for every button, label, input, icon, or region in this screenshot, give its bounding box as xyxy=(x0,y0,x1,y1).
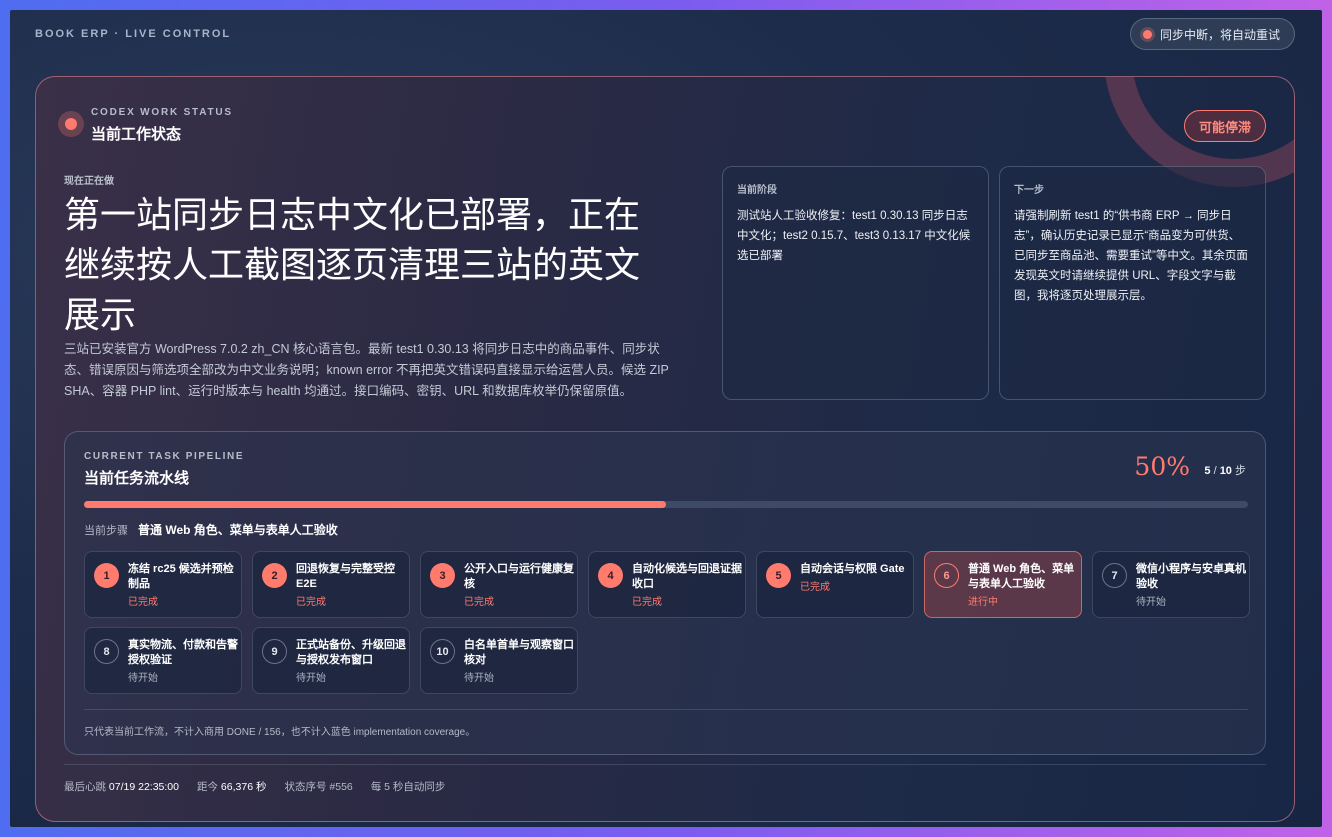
pipeline-progress-track xyxy=(84,501,1248,508)
step-number-badge: 7 xyxy=(1102,563,1127,588)
pipeline-step-card[interactable]: 6 普通 Web 角色、菜单与表单人工验收进行中 xyxy=(924,551,1082,618)
step-status: 已完成 xyxy=(128,597,158,608)
elapsed-label: 距今 xyxy=(197,781,218,793)
step-status: 已完成 xyxy=(632,597,662,608)
sequence-info: 状态序号 #556 xyxy=(284,779,352,794)
pipeline-divider xyxy=(84,709,1248,710)
sequence-value: #556 xyxy=(329,781,353,793)
step-status: 待开始 xyxy=(296,673,326,684)
step-name: 冻结 rc25 候选并预检制品 xyxy=(128,563,234,590)
current-task-headline: 第一站同步日志中文化已部署，正在继续按人工截图逐页清理三站的英文展示 xyxy=(64,195,641,336)
current-phase-panel: 当前阶段 测试站人工验收修复：test1 0.30.13 同步日志中文化；tes… xyxy=(722,166,989,400)
elapsed-info: 距今 66,376 秒 xyxy=(197,779,266,794)
step-name: 微信小程序与安卓真机验收 xyxy=(1136,563,1246,590)
now-doing-label: 现在正在做 xyxy=(64,176,114,187)
steps-count-separator: / xyxy=(1213,465,1217,477)
step-name: 真实物流、付款和告警授权验证 xyxy=(128,639,238,666)
sync-status-pill[interactable]: 同步中断，将自动重试 xyxy=(1129,18,1295,50)
step-number-badge: 3 xyxy=(430,563,455,588)
step-name: 自动会话与权限 Gate xyxy=(800,563,905,575)
pipeline-percent: 50% xyxy=(1134,452,1190,481)
footer-divider xyxy=(64,764,1266,765)
heartbeat-value: 07/19 22:35:00 xyxy=(108,781,179,793)
pipeline-step-card[interactable]: 7 微信小程序与安卓真机验收待开始 xyxy=(1092,551,1250,618)
current-step-label: 当前步骤 xyxy=(84,525,128,537)
brand-title: BOOK ERP · LIVE CONTROL xyxy=(35,28,232,40)
step-number-badge: 6 xyxy=(934,563,959,588)
step-status: 待开始 xyxy=(1136,597,1166,608)
step-number-badge: 8 xyxy=(94,639,119,664)
heartbeat-info: 最后心跳 07/19 22:35:00 xyxy=(64,779,179,794)
steps-total-count: 10 xyxy=(1219,465,1232,477)
current-step-row: 当前步骤 普通 Web 角色、菜单与表单人工验收 xyxy=(84,521,338,538)
sync-alert-dot-icon xyxy=(1142,29,1152,39)
step-name: 正式站备份、升级回退与授权发布窗口 xyxy=(296,639,406,666)
step-status: 已完成 xyxy=(296,597,326,608)
pipeline-step-card[interactable]: 5 自动会话与权限 Gate 已完成 xyxy=(756,551,914,618)
steps-done-count: 5 xyxy=(1204,465,1211,477)
pipeline-progress-fill xyxy=(84,501,666,508)
pipeline-step-card[interactable]: 9 正式站备份、升级回退与授权发布窗口待开始 xyxy=(252,627,410,694)
step-number-badge: 2 xyxy=(262,563,287,588)
app-frame: BOOK ERP · LIVE CONTROL 同步中断，将自动重试 CODEX… xyxy=(10,10,1322,827)
pipeline-step-count: 5 / 10 步 xyxy=(1204,462,1246,478)
step-number-badge: 10 xyxy=(430,639,455,664)
pipeline-step-card[interactable]: 4 自动化候选与回退证据收口已完成 xyxy=(588,551,746,618)
status-title: 当前工作状态 xyxy=(91,126,182,143)
sync-status-text: 同步中断，将自动重试 xyxy=(1159,27,1280,42)
status-dot-icon xyxy=(58,111,84,137)
status-footer: 最后心跳 07/19 22:35:00 距今 66,376 秒 状态序号 #55… xyxy=(64,779,445,794)
auto-sync-info: 每 5 秒自动同步 xyxy=(370,781,446,793)
next-step-text: 请强制刷新 test1 的“供书商 ERP → 同步日志”，确认历史记录已显示“… xyxy=(1014,210,1248,302)
step-status: 进行中 xyxy=(968,597,998,608)
pipeline-eyebrow: CURRENT TASK PIPELINE xyxy=(84,451,245,462)
current-phase-label: 当前阶段 xyxy=(737,185,777,196)
pipeline-step-card[interactable]: 2 回退恢复与完整受控 E2E 已完成 xyxy=(252,551,410,618)
task-pipeline-panel: CURRENT TASK PIPELINE 当前任务流水线 50% 5 / 10… xyxy=(64,431,1266,755)
pipeline-step-card[interactable]: 8 真实物流、付款和告警授权验证待开始 xyxy=(84,627,242,694)
sequence-label: 状态序号 xyxy=(284,781,327,793)
step-status: 已完成 xyxy=(800,582,830,593)
pipeline-title: 当前任务流水线 xyxy=(84,470,190,487)
step-status: 已完成 xyxy=(464,597,494,608)
next-step-panel: 下一步 请强制刷新 test1 的“供书商 ERP → 同步日志”，确认历史记录… xyxy=(999,166,1266,400)
step-number-badge: 5 xyxy=(766,563,791,588)
pipeline-step-card[interactable]: 10 白名单首单与观察窗口核对待开始 xyxy=(420,627,578,694)
elapsed-value: 66,376 秒 xyxy=(220,781,267,793)
pipeline-note: 只代表当前工作流，不计入商用 DONE / 156，也不计入蓝色 impleme… xyxy=(84,727,476,738)
step-name: 白名单首单与观察窗口核对 xyxy=(464,639,574,666)
step-status: 待开始 xyxy=(464,673,494,684)
step-number-badge: 9 xyxy=(262,639,287,664)
stall-status-badge: 可能停滞 xyxy=(1183,110,1266,142)
next-step-label: 下一步 xyxy=(1014,185,1044,196)
current-phase-text: 测试站人工验收修复：test1 0.30.13 同步日志中文化；test2 0.… xyxy=(737,210,971,262)
step-number-badge: 1 xyxy=(94,563,119,588)
work-status-card: CODEX WORK STATUS 当前工作状态 可能停滞 现在正在做 第一站同… xyxy=(35,76,1295,822)
current-step-value: 普通 Web 角色、菜单与表单人工验收 xyxy=(138,523,338,537)
steps-unit: 步 xyxy=(1235,465,1246,477)
pipeline-step-card[interactable]: 1 冻结 rc25 候选并预检制品已完成 xyxy=(84,551,242,618)
step-name: 自动化候选与回退证据收口 xyxy=(632,563,742,590)
step-name: 回退恢复与完整受控 E2E xyxy=(296,563,395,590)
status-eyebrow: CODEX WORK STATUS xyxy=(91,107,233,118)
step-number-badge: 4 xyxy=(598,563,623,588)
step-name: 公开入口与运行健康复核 xyxy=(464,563,574,590)
heartbeat-label: 最后心跳 xyxy=(64,781,106,793)
pipeline-step-card[interactable]: 3 公开入口与运行健康复核已完成 xyxy=(420,551,578,618)
current-task-summary: 三站已安装官方 WordPress 7.0.2 zh_CN 核心语言包。最新 t… xyxy=(64,342,669,398)
step-name: 普通 Web 角色、菜单与表单人工验收 xyxy=(968,563,1075,590)
step-status: 待开始 xyxy=(128,673,158,684)
